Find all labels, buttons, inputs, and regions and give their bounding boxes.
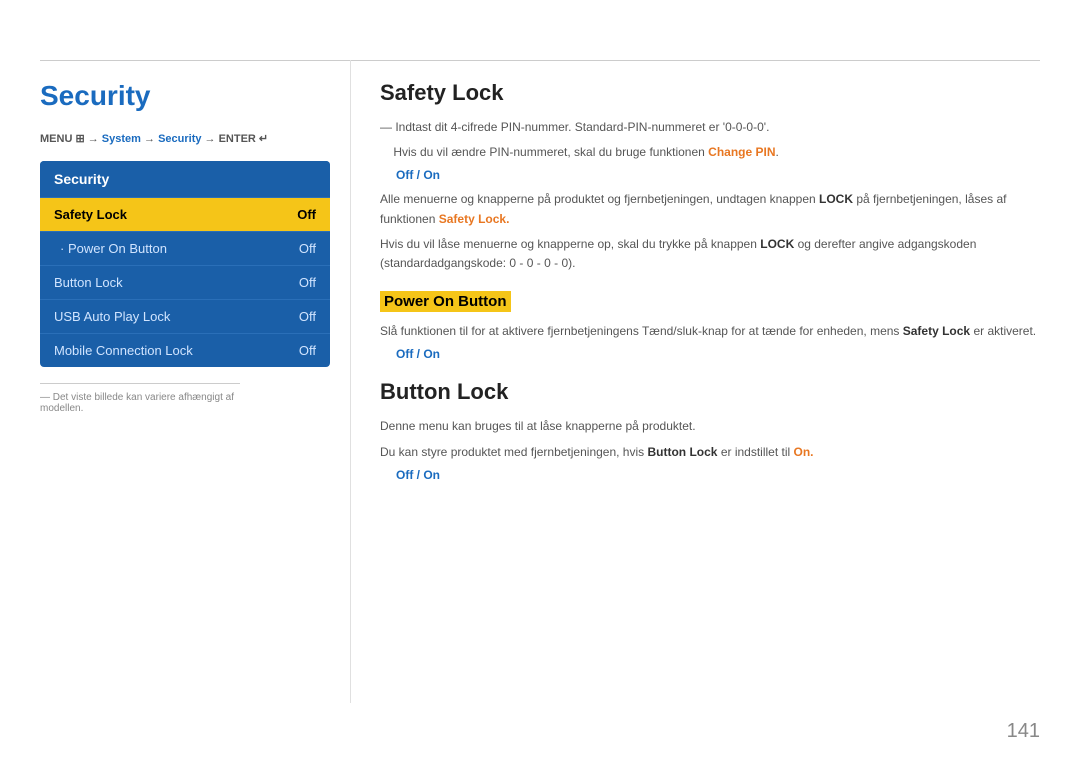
- button-lock-bold: Button Lock: [647, 445, 717, 459]
- menu-item-safety-lock-label: Safety Lock: [54, 207, 127, 222]
- menu-item-mobile-connection-value: Off: [299, 343, 316, 358]
- safety-lock-off-on: Off / On: [396, 168, 440, 182]
- button-lock-desc-2: Du kan styre produktet med fjernbetjenin…: [380, 443, 1040, 462]
- pin-info-1-dash: —: [380, 120, 395, 134]
- menu-item-button-lock-value: Off: [299, 275, 316, 290]
- pin-info-1: — Indtast dit 4-cifrede PIN-nummer. Stan…: [380, 118, 1040, 137]
- menu-item-safety-lock[interactable]: Safety Lock Off: [40, 198, 330, 232]
- menu-item-mobile-connection[interactable]: Mobile Connection Lock Off: [40, 334, 330, 367]
- left-panel: Security MENU ⊞ → System → Security → EN…: [40, 60, 340, 703]
- lock-bold-2: LOCK: [760, 237, 794, 251]
- breadcrumb-menu-icon: ⊞ →: [75, 133, 101, 145]
- footnote: — Det viste billede kan variere afhængig…: [40, 383, 240, 414]
- safety-lock-desc-1: Alle menuerne og knapperne på produktet …: [380, 190, 1040, 228]
- power-on-subtitle: Power On Button: [380, 291, 511, 312]
- breadcrumb: MENU ⊞ → System → Security → ENTER ↵: [40, 132, 340, 145]
- safety-lock-bullet: Off / On: [396, 168, 1040, 182]
- menu-item-usb-autoplay-value: Off: [299, 309, 316, 324]
- menu-item-usb-autoplay[interactable]: USB Auto Play Lock Off: [40, 300, 330, 334]
- button-lock-title: Button Lock: [380, 379, 1040, 405]
- safety-lock-desc-2: Hvis du vil låse menuerne og knapperne o…: [380, 235, 1040, 273]
- security-menu-header: Security: [40, 161, 330, 198]
- power-on-off-on: Off / On: [396, 347, 440, 361]
- button-lock-desc-1: Denne menu kan bruges til at låse knappe…: [380, 417, 1040, 436]
- button-lock-on-link: On.: [794, 445, 814, 459]
- pin-info-2: Hvis du vil ændre PIN-nummeret, skal du …: [380, 143, 1040, 162]
- change-pin-link: Change PIN: [708, 145, 775, 159]
- power-on-section: Power On Button Slå funktionen til for a…: [380, 291, 1040, 361]
- breadcrumb-system: System: [102, 133, 141, 145]
- main-content: Safety Lock — Indtast dit 4-cifrede PIN-…: [380, 60, 1040, 703]
- menu-item-power-on-label: · Power On Button: [60, 241, 167, 256]
- menu-item-mobile-connection-label: Mobile Connection Lock: [54, 343, 193, 358]
- safety-lock-link-1: Safety Lock.: [439, 212, 510, 226]
- breadcrumb-menu: MENU: [40, 133, 72, 145]
- breadcrumb-security: Security: [158, 133, 201, 145]
- menu-item-power-on-value: Off: [299, 241, 316, 256]
- menu-item-button-lock-label: Button Lock: [54, 275, 123, 290]
- breadcrumb-arrow1: →: [141, 133, 158, 145]
- power-on-bullet: Off / On: [396, 347, 1040, 361]
- button-lock-bullet: Off / On: [396, 468, 1040, 482]
- page-number: 141: [1007, 720, 1040, 743]
- security-menu: Security Safety Lock Off · Power On Butt…: [40, 161, 330, 367]
- lock-bold-1: LOCK: [819, 192, 853, 206]
- safety-lock-title: Safety Lock: [380, 80, 1040, 106]
- menu-item-button-lock[interactable]: Button Lock Off: [40, 266, 330, 300]
- menu-item-power-on-button[interactable]: · Power On Button Off: [40, 232, 330, 266]
- button-lock-off-on: Off / On: [396, 468, 440, 482]
- safety-lock-section: Safety Lock — Indtast dit 4-cifrede PIN-…: [380, 80, 1040, 273]
- menu-item-usb-autoplay-label: USB Auto Play Lock: [54, 309, 170, 324]
- power-on-desc: Slå funktionen til for at aktivere fjern…: [380, 322, 1040, 341]
- breadcrumb-arrow2: → ENTER ↵: [201, 133, 268, 145]
- panel-separator: [350, 60, 351, 703]
- safety-lock-bold: Safety Lock: [903, 324, 970, 338]
- menu-item-safety-lock-value: Off: [297, 207, 316, 222]
- page-title: Security: [40, 80, 340, 112]
- button-lock-section: Button Lock Denne menu kan bruges til at…: [380, 379, 1040, 481]
